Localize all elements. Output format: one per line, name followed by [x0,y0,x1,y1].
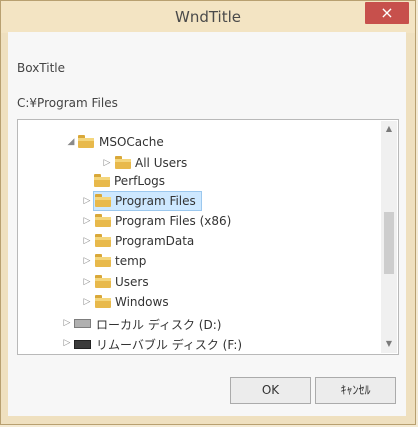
tree-item-label: temp [115,254,147,268]
folder-icon [95,254,111,267]
removable-drive-icon [74,340,91,349]
tree-item-program-files-x86[interactable]: ▷ Program Files (x86) [82,211,282,231]
collapsed-arrow-icon[interactable]: ▷ [102,158,112,168]
folder-icon [95,234,111,247]
tree-item-label: ProgramData [115,234,195,248]
tree-item-perflogs[interactable]: PerfLogs [82,171,232,191]
tree-item-all-users[interactable]: ▷ All Users [102,153,262,173]
tree-item-label: Program Files [115,194,196,208]
tree-item-users[interactable]: ▷ Users [82,272,232,292]
collapsed-arrow-icon[interactable]: ▷ [82,216,92,226]
folder-icon [95,295,111,308]
folder-icon [95,275,111,288]
tree-item-removable-disk-f[interactable]: ▷ リムーバブル ディスク (F:) [62,333,302,353]
scroll-up-arrow-icon[interactable]: ▲ [385,125,393,133]
tree-item-label: PerfLogs [114,174,166,188]
tree-item-msocache[interactable]: ◢ MSOCache [66,132,246,152]
folder-icon [94,174,110,187]
box-title: BoxTitle [17,61,66,75]
collapsed-arrow-icon[interactable]: ▷ [82,256,92,266]
window-title: WndTitle [174,8,241,26]
scroll-down-arrow-icon[interactable]: ▼ [385,340,393,348]
folder-icon [78,135,94,148]
hard-drive-icon [74,319,91,328]
tree-item-label: Users [115,275,149,289]
tree-item-label: リムーバブル ディスク (F:) [96,338,243,352]
collapsed-arrow-icon[interactable]: ▷ [82,297,92,307]
tree-item-temp[interactable]: ▷ temp [82,251,232,271]
folder-icon [95,214,111,227]
close-button[interactable]: × [365,2,409,24]
folder-icon [95,194,111,207]
vertical-scrollbar[interactable]: ▲ ▼ [381,121,397,353]
tree-item-program-files[interactable]: ▷ Program Files [82,191,262,211]
tree-item-windows[interactable]: ▷ Windows [82,292,232,312]
tree-item-label: MSOCache [99,135,164,149]
tree-item-label: Windows [115,295,169,309]
tree-item-local-disk-d[interactable]: ▷ ローカル ディスク (D:) [62,313,282,333]
tree-item-label: All Users [135,156,188,170]
scrollbar-thumb[interactable] [384,212,394,274]
title-bar[interactable]: WndTitle × [1,1,415,33]
collapsed-arrow-icon[interactable]: ▷ [62,318,72,328]
collapsed-arrow-icon[interactable]: ▷ [82,236,92,246]
collapsed-arrow-icon[interactable]: ▷ [82,196,92,206]
ok-button[interactable]: OK [230,377,311,404]
collapsed-arrow-icon[interactable]: ▷ [82,277,92,287]
folder-icon [115,156,131,169]
current-path: C:¥Program Files [17,96,118,110]
folder-tree[interactable]: ◢ MSOCache ▷ All Users PerfLogs ▷ Progra… [17,119,399,355]
expanded-arrow-icon[interactable]: ◢ [66,137,76,147]
tree-item-label: Program Files (x86) [115,214,232,228]
tree-item-label: ローカル ディスク (D:) [96,318,222,332]
cancel-button[interactable]: ｷｬﾝｾﾙ [315,377,396,404]
collapsed-arrow-icon[interactable]: ▷ [62,338,72,348]
tree-item-programdata[interactable]: ▷ ProgramData [82,231,262,251]
